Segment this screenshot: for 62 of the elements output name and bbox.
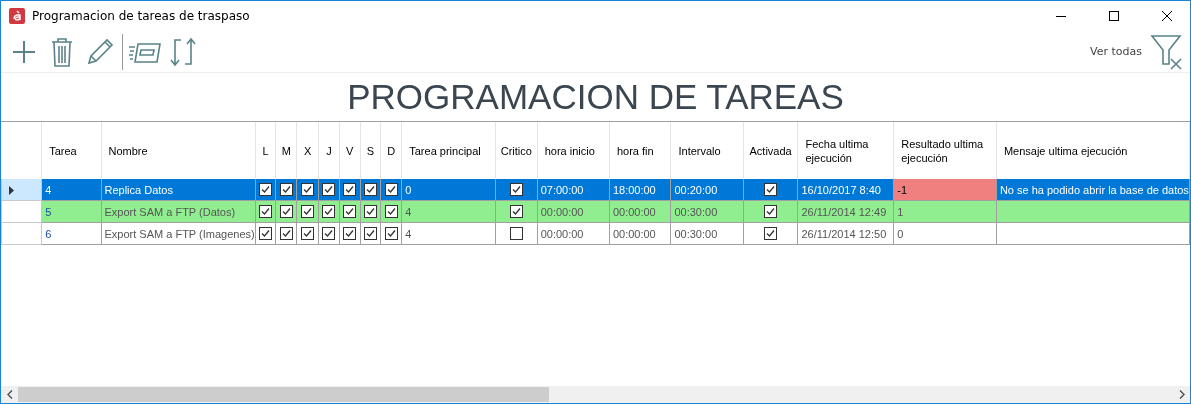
table-cell: -1 xyxy=(893,179,997,201)
table-cell: Export SAM a FTP (Datos) xyxy=(101,200,256,223)
checkbox[interactable] xyxy=(509,205,523,219)
window-title: Programacion de tareas de traspaso xyxy=(32,9,251,23)
checkbox[interactable] xyxy=(364,205,378,219)
table-cell: 26/11/2014 12:49 xyxy=(797,200,894,223)
checkbox[interactable] xyxy=(384,227,398,241)
checkbox[interactable] xyxy=(764,183,778,197)
checkbox[interactable] xyxy=(301,227,315,241)
table-cell: 16/10/2017 8:40 xyxy=(797,179,894,201)
table-cell: 4 xyxy=(41,179,101,201)
checkbox[interactable] xyxy=(764,227,778,241)
checkbox[interactable] xyxy=(259,205,273,219)
table-cell: 00:30:00 xyxy=(670,200,744,223)
checkbox[interactable] xyxy=(384,183,398,197)
table-cell: 6 xyxy=(41,222,101,245)
checkbox[interactable] xyxy=(301,205,315,219)
table-cell: 00:00:00 xyxy=(537,200,610,223)
table-cell: 4 xyxy=(401,200,496,223)
table-cell: 00:00:00 xyxy=(609,200,671,223)
maximize-icon[interactable] xyxy=(1109,11,1119,21)
checkbox[interactable] xyxy=(343,183,357,197)
checkbox[interactable] xyxy=(343,205,357,219)
table-cell: 18:00:00 xyxy=(609,179,671,201)
checkbox[interactable] xyxy=(279,227,293,241)
table-cell: 07:00:00 xyxy=(537,179,610,201)
horizontal-scrollbar[interactable] xyxy=(1,386,1190,403)
checkbox[interactable] xyxy=(509,227,523,241)
close-icon[interactable] xyxy=(1162,11,1172,21)
table-cell: 0 xyxy=(401,179,496,201)
table-cell: No se ha podido abrir la base de datos xyxy=(996,179,1190,201)
table-cell: Replica Datos xyxy=(101,179,256,201)
checkbox[interactable] xyxy=(301,183,315,197)
checkbox[interactable] xyxy=(364,227,378,241)
page-heading: PROGRAMACION DE TAREAS xyxy=(346,76,845,118)
table-cell: Export SAM a FTP (Imagenes) xyxy=(101,222,256,245)
row-pointer-icon xyxy=(9,186,14,196)
table-cell: 1 xyxy=(893,200,997,223)
checkbox[interactable] xyxy=(384,205,398,219)
table-cell: 4 xyxy=(401,222,496,245)
clear-filter-button[interactable] xyxy=(1150,33,1184,70)
checkbox[interactable] xyxy=(279,205,293,219)
checkbox[interactable] xyxy=(322,183,336,197)
checkbox[interactable] xyxy=(259,227,273,241)
checkbox[interactable] xyxy=(322,227,336,241)
table-cell: 26/11/2014 12:50 xyxy=(797,222,894,245)
table-cell: 5 xyxy=(41,200,101,223)
checkbox[interactable] xyxy=(364,183,378,197)
checkbox[interactable] xyxy=(343,227,357,241)
checkbox[interactable] xyxy=(279,183,293,197)
checkbox[interactable] xyxy=(322,205,336,219)
scroll-thumb[interactable] xyxy=(18,387,550,402)
show-all-label: Ver todas xyxy=(1090,45,1142,58)
checkbox[interactable] xyxy=(509,183,523,197)
checkbox[interactable] xyxy=(764,205,778,219)
table-cell: 00:30:00 xyxy=(670,222,744,245)
table-cell: 00:20:00 xyxy=(670,179,744,201)
table-cell: 00:00:00 xyxy=(609,222,671,245)
table-cell: 0 xyxy=(893,222,997,245)
app-icon xyxy=(9,8,25,24)
checkbox[interactable] xyxy=(259,183,273,197)
table-cell: 00:00:00 xyxy=(537,222,610,245)
